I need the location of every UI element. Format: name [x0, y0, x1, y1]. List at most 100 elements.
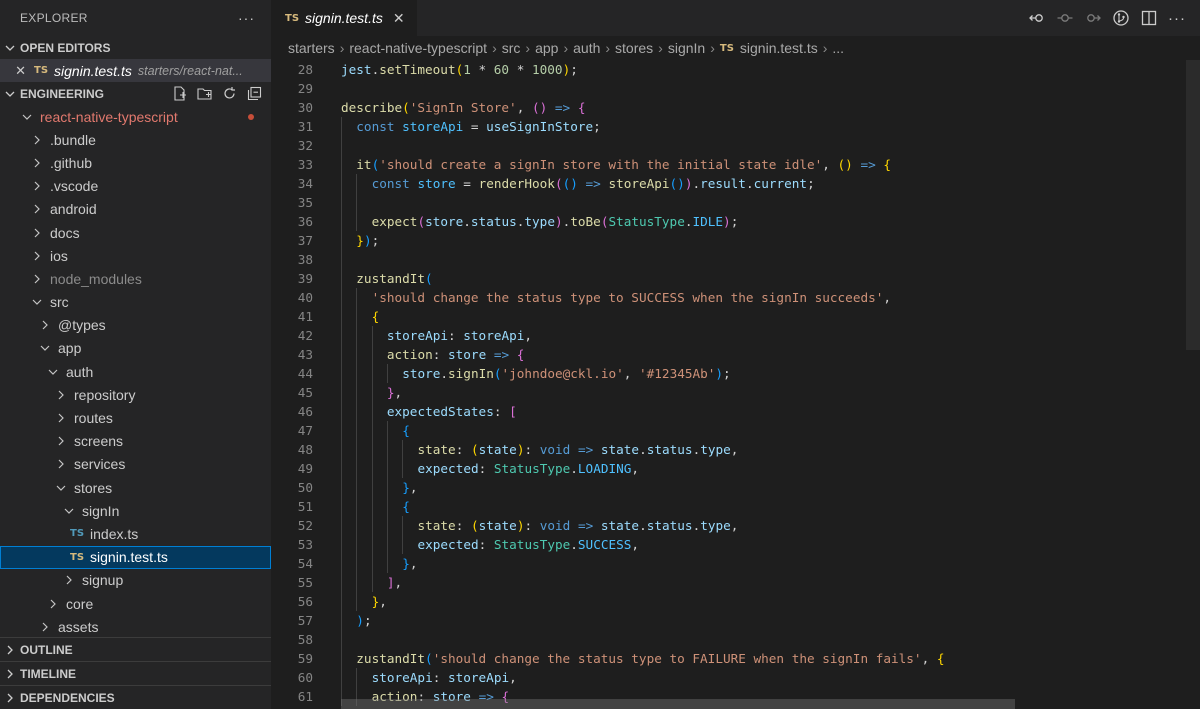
code-line[interactable]: 37});	[271, 231, 1200, 250]
horizontal-scrollbar[interactable]	[341, 699, 1015, 709]
code-editor[interactable]: 28 jest.setTimeout(1 * 60 * 1000); 29 30 des…	[271, 60, 1200, 709]
tree-item[interactable]: signIn	[0, 499, 271, 522]
vertical-scrollbar[interactable]	[1186, 60, 1200, 350]
code-line[interactable]: 44 store.signIn('johndoe@ckl.io', '#12345…	[271, 364, 1200, 383]
new-file-icon[interactable]	[171, 85, 188, 102]
tree-item[interactable]: services	[0, 453, 271, 476]
code-line[interactable]: 42 storeApi: storeApi,	[271, 326, 1200, 345]
tree-item[interactable]: auth	[0, 360, 271, 383]
tree-item[interactable]: app	[0, 337, 271, 360]
breadcrumb-file[interactable]: signin.test.ts	[740, 40, 818, 56]
code-line[interactable]: 46 expectedStates: [	[271, 402, 1200, 421]
line-number: 56	[297, 594, 313, 609]
code-line[interactable]: 48 state: (state): void => state.status.t…	[271, 440, 1200, 459]
code-line[interactable]: 56},	[271, 592, 1200, 611]
code-token: 60	[493, 62, 510, 77]
tree-item[interactable]: .bundle	[0, 128, 271, 151]
tree-item[interactable]: src	[0, 291, 271, 314]
tree-item[interactable]: core	[0, 592, 271, 615]
code-line[interactable]: 28 jest.setTimeout(1 * 60 * 1000);	[271, 60, 1200, 79]
breadcrumb-segment[interactable]: app	[535, 40, 558, 56]
code-line[interactable]: 39 zustandIt(	[271, 269, 1200, 288]
code-line[interactable]: 45},	[271, 383, 1200, 402]
breadcrumb-segment[interactable]: auth	[573, 40, 600, 56]
tree-item[interactable]: stores	[0, 476, 271, 499]
tree-item[interactable]: TS signin.test.ts	[0, 545, 271, 569]
refresh-icon[interactable]	[221, 85, 238, 102]
breadcrumb-segment[interactable]: src	[502, 40, 521, 56]
breadcrumb-segment[interactable]: starters	[288, 40, 335, 56]
go-back-icon[interactable]	[1028, 9, 1046, 27]
code-line[interactable]: 31 const storeApi = useSignInStore;	[271, 117, 1200, 136]
outline-section[interactable]: OUTLINE	[0, 637, 271, 661]
code-line[interactable]: 33 it('should create a signIn store with …	[271, 155, 1200, 174]
breadcrumb-more[interactable]: ...	[832, 40, 844, 56]
code-text: {	[372, 307, 380, 326]
explorer-title: EXPLORER	[20, 11, 88, 25]
go-forward-icon[interactable]	[1084, 9, 1102, 27]
open-editors-section[interactable]: OPEN EDITORS	[0, 36, 271, 59]
tree-item[interactable]: docs	[0, 221, 271, 244]
tree-item[interactable]: android	[0, 198, 271, 221]
tree-item[interactable]: .vscode	[0, 175, 271, 198]
split-editor-icon[interactable]	[1140, 9, 1158, 27]
tree-item[interactable]: @types	[0, 314, 271, 337]
breadcrumb-segment[interactable]: signIn	[668, 40, 705, 56]
code-token: type	[524, 214, 555, 229]
workspace-section[interactable]: ENGINEERING	[0, 82, 271, 105]
code-line[interactable]: 36 expect(store.status.type).toBe(StatusT…	[271, 212, 1200, 231]
code-line[interactable]: 30 describe('SignIn Store', () => {	[271, 98, 1200, 117]
tree-item[interactable]: node_modules	[0, 267, 271, 290]
editor-actions: ···	[1028, 9, 1186, 27]
code-line[interactable]: 29	[271, 79, 1200, 98]
code-line[interactable]: 50},	[271, 478, 1200, 497]
code-line[interactable]: 47 {	[271, 421, 1200, 440]
code-line[interactable]: 49 expected: StatusType.LOADING,	[271, 459, 1200, 478]
commit-icon[interactable]	[1056, 9, 1074, 27]
tree-item[interactable]: ios	[0, 244, 271, 267]
dependencies-label: DEPENDENCIES	[20, 690, 115, 705]
breadcrumb-segment[interactable]: react-native-typescript	[349, 40, 487, 56]
more-actions-icon[interactable]: ···	[1168, 9, 1186, 27]
git-compare-icon[interactable]	[1112, 9, 1130, 27]
code-line[interactable]: 58	[271, 630, 1200, 649]
tab-signin-test[interactable]: TS signin.test.ts ✕	[271, 0, 417, 36]
tree-item[interactable]: repository	[0, 383, 271, 406]
new-folder-icon[interactable]	[196, 85, 213, 102]
code-line[interactable]: 40 'should change the status type to SUCC…	[271, 288, 1200, 307]
tree-item[interactable]: .github	[0, 151, 271, 174]
close-tab-icon[interactable]: ✕	[393, 10, 405, 27]
code-line[interactable]: 35	[271, 193, 1200, 212]
code-token: state	[600, 442, 640, 457]
tree-item[interactable]: assets	[0, 615, 271, 638]
code-line[interactable]: 52 state: (state): void => state.status.t…	[271, 516, 1200, 535]
code-line[interactable]: 53 expected: StatusType.SUCCESS,	[271, 535, 1200, 554]
line-number: 53	[297, 537, 313, 552]
collapse-all-icon[interactable]	[246, 85, 263, 102]
code-line[interactable]: 51 {	[271, 497, 1200, 516]
timeline-section[interactable]: TIMELINE	[0, 661, 271, 685]
dependencies-section[interactable]: DEPENDENCIES	[0, 685, 271, 709]
tree-item[interactable]: signup	[0, 569, 271, 592]
tree-item[interactable]: react-native-typescript	[0, 105, 271, 128]
breadcrumb-segment[interactable]: stores	[615, 40, 653, 56]
code-line[interactable]: 54},	[271, 554, 1200, 573]
code-line[interactable]: 57);	[271, 611, 1200, 630]
tree-item[interactable]: screens	[0, 430, 271, 453]
code-line[interactable]: 41 {	[271, 307, 1200, 326]
code-line[interactable]: 32	[271, 136, 1200, 155]
tree-item[interactable]: TS index.ts	[0, 522, 271, 545]
code-line[interactable]: 34 const store = renderHook(() => storeAp…	[271, 174, 1200, 193]
close-icon[interactable]: ✕	[0, 63, 26, 79]
open-editor-item[interactable]: ✕ TS signin.test.ts starters/react-nat..…	[0, 59, 271, 82]
code-line[interactable]: 59 zustandIt('should change the status ty…	[271, 649, 1200, 668]
tree-item[interactable]: routes	[0, 406, 271, 429]
code-line[interactable]: 43 action: store => {	[271, 345, 1200, 364]
indent-guide	[356, 459, 358, 478]
code-line[interactable]: 60 storeApi: storeApi,	[271, 668, 1200, 687]
code-line[interactable]: 55],	[271, 573, 1200, 592]
code-token: :	[478, 461, 494, 476]
more-actions-icon[interactable]: ···	[238, 10, 255, 26]
code-text: expected: StatusType.LOADING,	[418, 459, 640, 478]
code-line[interactable]: 38	[271, 250, 1200, 269]
